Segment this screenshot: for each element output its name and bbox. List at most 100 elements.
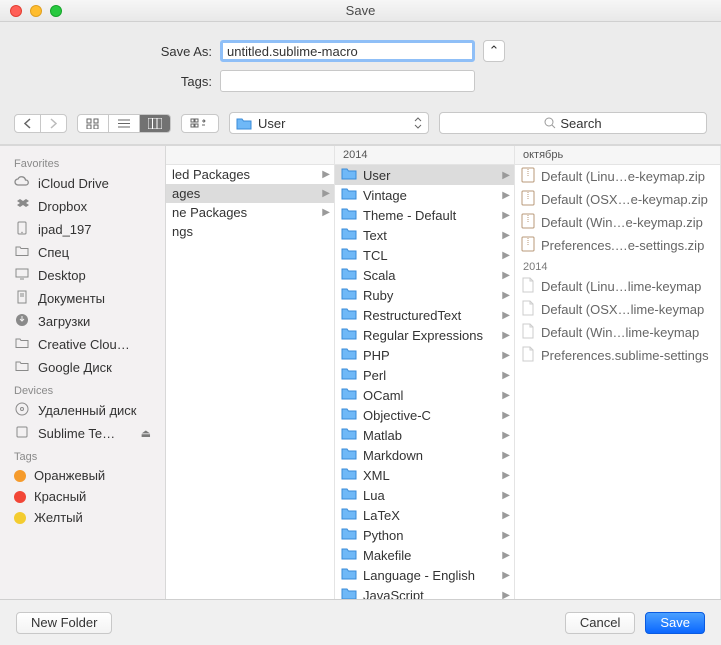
search-field[interactable]: Search: [439, 112, 707, 134]
sidebar-item[interactable]: Загрузки: [0, 310, 165, 333]
column-item[interactable]: Default (Win…e-keymap.zip: [515, 211, 720, 234]
folder-icon: [341, 387, 357, 403]
column-item[interactable]: Default (OSX…e-keymap.zip: [515, 188, 720, 211]
column-item[interactable]: Language - English▶: [335, 565, 514, 585]
path-dropdown[interactable]: User: [229, 112, 429, 134]
sidebar-item-label: Желтый: [34, 510, 83, 525]
column-item[interactable]: OCaml▶: [335, 385, 514, 405]
zip-icon: [521, 190, 535, 209]
column-item[interactable]: ages▶: [166, 184, 334, 203]
tags-input[interactable]: [220, 70, 475, 92]
tag-icon: [14, 470, 26, 482]
sidebar-item[interactable]: Документы: [0, 287, 165, 310]
column-item[interactable]: Text▶: [335, 225, 514, 245]
column-item[interactable]: Preferences.…e-settings.zip: [515, 234, 720, 257]
column-item[interactable]: ne Packages▶: [166, 203, 334, 222]
save-button[interactable]: Save: [645, 612, 705, 634]
column-item[interactable]: Scala▶: [335, 265, 514, 285]
group-header: 2014: [515, 257, 720, 275]
sidebar-item[interactable]: Desktop: [0, 264, 165, 287]
column-item[interactable]: Ruby ▶: [335, 285, 514, 305]
item-label: Matlab: [363, 428, 402, 443]
tag-icon: [14, 512, 26, 524]
sidebar-item[interactable]: Sublime Te…⏏: [0, 422, 165, 445]
arrange-group: [181, 114, 219, 133]
column-item[interactable]: Default (OSX…lime-keymap: [515, 298, 720, 321]
column-item[interactable]: Markdown▶: [335, 445, 514, 465]
item-label: Ruby: [363, 288, 393, 303]
column-item[interactable]: PHP▶: [335, 345, 514, 365]
folder-icon: [341, 567, 357, 583]
item-label: Python: [363, 528, 403, 543]
chevron-right-icon: ▶: [502, 230, 510, 241]
folder-icon: [341, 587, 357, 599]
column-item[interactable]: Python▶: [335, 525, 514, 545]
column-item[interactable]: Preferences.sublime-settings: [515, 344, 720, 367]
chevron-right-icon: ▶: [502, 290, 510, 301]
chevron-right-icon: ▶: [502, 370, 510, 381]
column-item[interactable]: LaTeX▶: [335, 505, 514, 525]
file-icon: [521, 300, 535, 319]
column-item[interactable]: User▶: [335, 165, 514, 185]
column-item[interactable]: XML▶: [335, 465, 514, 485]
folder-icon: [341, 287, 357, 303]
sidebar-item[interactable]: ipad_197: [0, 218, 165, 241]
column-item[interactable]: Default (Win…lime-keymap: [515, 321, 720, 344]
new-folder-button[interactable]: New Folder: [16, 612, 112, 634]
sidebar-item[interactable]: Google Диск: [0, 356, 165, 379]
item-label: PHP: [363, 348, 390, 363]
sidebar-item[interactable]: Creative Clou…: [0, 333, 165, 356]
sidebar-item[interactable]: Оранжевый: [0, 465, 165, 486]
column-item[interactable]: Perl▶: [335, 365, 514, 385]
sidebar-item-label: iCloud Drive: [38, 176, 109, 191]
sidebar-item[interactable]: Dropbox: [0, 195, 165, 218]
item-label: XML: [363, 468, 390, 483]
column-item[interactable]: Default (Linu…lime-keymap: [515, 275, 720, 298]
save-as-input[interactable]: [220, 40, 475, 62]
column-item[interactable]: TCL▶: [335, 245, 514, 265]
sidebar-item[interactable]: Удаленный диск: [0, 399, 165, 422]
eject-icon[interactable]: ⏏: [141, 427, 151, 440]
item-label: Markdown: [363, 448, 423, 463]
view-icons-button[interactable]: [78, 115, 109, 132]
column-item[interactable]: Default (Linu…e-keymap.zip: [515, 165, 720, 188]
chevron-right-icon: ▶: [502, 590, 510, 600]
collapse-toggle[interactable]: ⌃: [483, 40, 505, 62]
column-item[interactable]: ngs: [166, 222, 334, 241]
item-label: Regular Expressions: [363, 328, 483, 343]
column-header: [166, 146, 334, 165]
titlebar: Save: [0, 0, 721, 22]
back-button[interactable]: [15, 115, 41, 132]
column-item[interactable]: Vintage▶: [335, 185, 514, 205]
sidebar-item[interactable]: Желтый: [0, 507, 165, 528]
sidebar-item[interactable]: Спец: [0, 241, 165, 264]
chevron-right-icon: ▶: [322, 169, 330, 180]
folder-icon: [341, 327, 357, 343]
column-item[interactable]: Regular Expressions▶: [335, 325, 514, 345]
file-icon: [521, 323, 535, 342]
column-item[interactable]: Makefile▶: [335, 545, 514, 565]
column-item[interactable]: RestructuredText▶: [335, 305, 514, 325]
folder-icon: [341, 207, 357, 223]
column-item[interactable]: Objective-C▶: [335, 405, 514, 425]
column-item[interactable]: led Packages▶: [166, 165, 334, 184]
column-item[interactable]: Matlab▶: [335, 425, 514, 445]
folder-icon: [341, 447, 357, 463]
sidebar-item[interactable]: Красный: [0, 486, 165, 507]
column-item[interactable]: Lua▶: [335, 485, 514, 505]
column-1: led Packages▶ages▶ne Packages▶ngs: [166, 146, 335, 599]
item-label: Preferences.sublime-settings: [541, 348, 709, 363]
sidebar-item[interactable]: iCloud Drive: [0, 172, 165, 195]
forward-button[interactable]: [41, 115, 66, 132]
cancel-button[interactable]: Cancel: [565, 612, 635, 634]
view-columns-button[interactable]: [140, 115, 170, 132]
search-icon: [544, 117, 556, 129]
view-list-button[interactable]: [109, 115, 140, 132]
column-item[interactable]: JavaScript▶: [335, 585, 514, 599]
item-label: Scala: [363, 268, 396, 283]
disc-icon: [14, 402, 30, 419]
tags-label: Tags:: [40, 74, 220, 89]
column-item[interactable]: Theme - Default▶: [335, 205, 514, 225]
arrange-button[interactable]: [182, 115, 218, 132]
file-icon: [521, 346, 535, 365]
